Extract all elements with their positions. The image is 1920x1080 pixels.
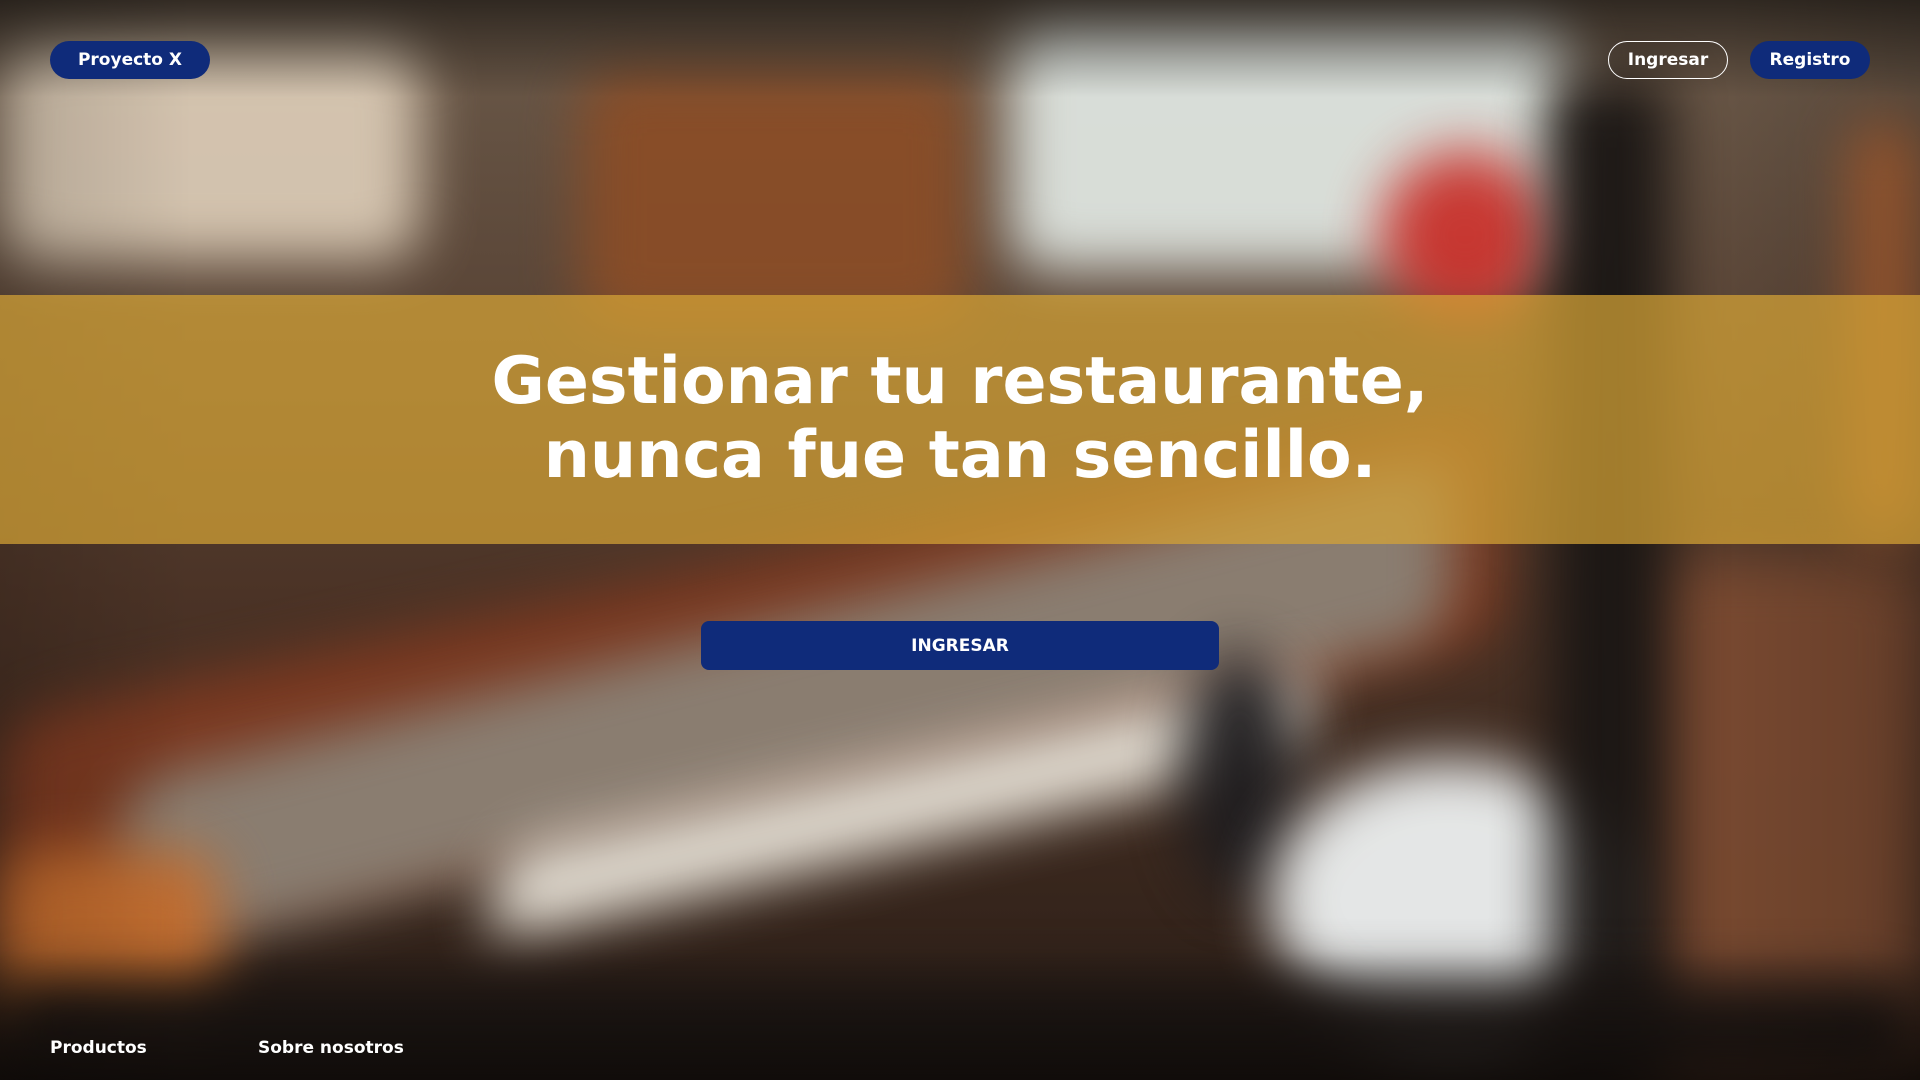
hero-headline-line2: nunca fue tan sencillo. xyxy=(543,418,1377,493)
brand-button[interactable]: Proyecto X xyxy=(50,41,210,79)
login-button[interactable]: Ingresar xyxy=(1608,41,1728,79)
footer-link-sobre-nosotros[interactable]: Sobre nosotros xyxy=(258,1038,404,1058)
hero-headline-line1: Gestionar tu restaurante, xyxy=(491,344,1429,419)
ingresar-cta-button[interactable]: INGRESAR xyxy=(701,621,1219,670)
hero-headline: Gestionar tu restaurante, nunca fue tan … xyxy=(0,345,1920,493)
footer-link-productos[interactable]: Productos xyxy=(50,1038,147,1058)
register-button[interactable]: Registro xyxy=(1750,41,1870,79)
